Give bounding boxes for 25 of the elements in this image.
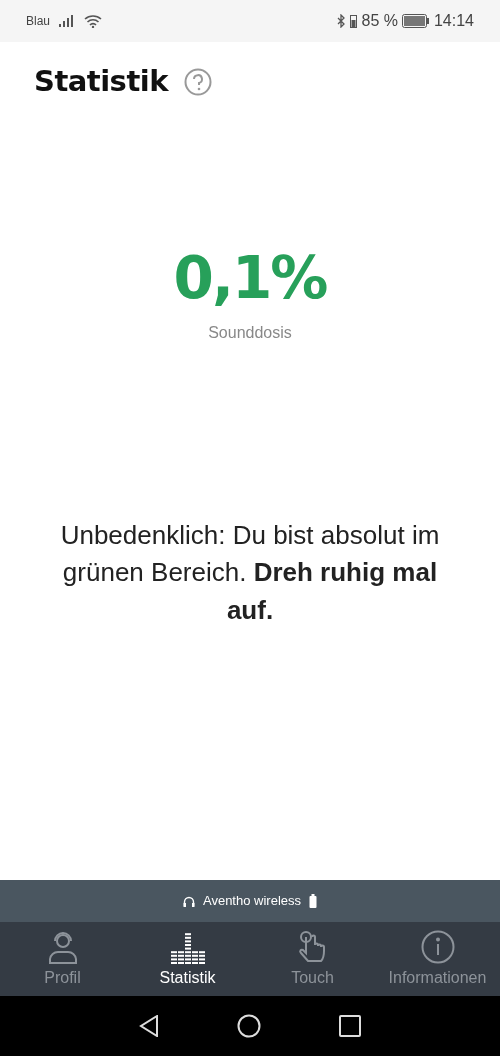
wifi-icon [84,14,103,28]
page-title: Statistik [34,63,168,100]
tab[interactable]: Statistik [125,922,250,996]
carrier-name: Blau [26,13,51,30]
tab[interactable]: Informationen [375,922,500,996]
profile-icon [46,930,79,964]
status-message: Unbedenklich: Du bist absolut im grünen Bereich. Dreh ruhig mal auf. [59,518,441,627]
tab[interactable]: Touch [250,922,375,996]
phone-battery-icon [350,14,358,28]
sound-dose-value: 0,1% [173,248,327,307]
home-icon[interactable] [237,1014,261,1038]
equalizer-icon [169,930,206,964]
bluetooth-icon [337,14,347,28]
headphones-icon [182,895,195,907]
tab[interactable]: Profil [0,922,125,996]
clock-time: 14:14 [433,11,474,31]
back-icon[interactable] [139,1015,159,1037]
battery-percentage: 85 % [361,11,398,31]
battery-icon [309,894,317,908]
sound-dose-label: Sounddosis [208,322,292,343]
battery-icon [401,14,430,28]
device-name: Aventho wireless [202,892,301,911]
help-icon[interactable] [184,67,212,96]
recent-apps-icon[interactable] [339,1015,361,1037]
info-icon [420,930,455,964]
